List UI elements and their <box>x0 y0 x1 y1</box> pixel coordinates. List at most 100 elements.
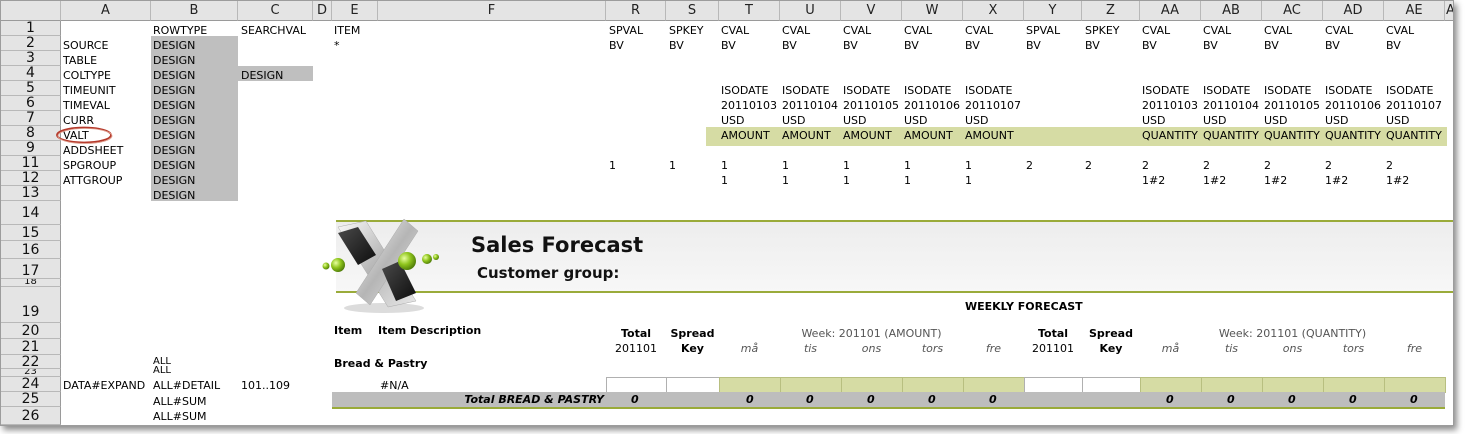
cell-y2[interactable]: BV <box>1026 38 1041 53</box>
cell-ae1[interactable]: CVAL <box>1386 23 1414 38</box>
cell-w12[interactable]: 1 <box>904 173 911 188</box>
cell-e2[interactable]: * <box>334 38 340 53</box>
cell-ad8[interactable]: QUANTITY <box>1325 128 1381 143</box>
cell-ae8[interactable]: QUANTITY <box>1386 128 1442 143</box>
cell-w1[interactable]: CVAL <box>904 23 932 38</box>
cell-y11[interactable]: 2 <box>1026 158 1033 173</box>
cell-u11[interactable]: 1 <box>782 158 789 173</box>
row-header-8[interactable]: 8 <box>1 126 61 141</box>
cell-ac12[interactable]: 1#2 <box>1264 173 1287 188</box>
cell-ac6[interactable]: 20110105 <box>1264 98 1320 113</box>
cell-u8[interactable]: AMOUNT <box>782 128 831 143</box>
cell-c24[interactable]: 101..109 <box>241 378 290 393</box>
input-amount-wed[interactable] <box>841 377 903 393</box>
cell-ab2[interactable]: BV <box>1203 38 1218 53</box>
cell-aa5[interactable]: ISODATE <box>1142 83 1190 98</box>
col-header-r[interactable]: R <box>606 1 666 21</box>
row-header-4[interactable]: 4 <box>1 66 61 81</box>
cell-b23[interactable]: ALL <box>153 366 171 376</box>
cell-aa11[interactable]: 2 <box>1142 158 1149 173</box>
cell-r1[interactable]: SPVAL <box>609 23 643 38</box>
row-header-24[interactable]: 24 <box>1 377 61 392</box>
col-header-ad[interactable]: AD <box>1323 1 1384 21</box>
cell-w6[interactable]: 20110106 <box>904 98 960 113</box>
cell-ac5[interactable]: ISODATE <box>1264 83 1312 98</box>
cell-e1[interactable]: ITEM <box>334 23 360 38</box>
cell-ab7[interactable]: USD <box>1203 113 1227 128</box>
cell-s2[interactable]: BV <box>669 38 684 53</box>
input-total-quantity[interactable] <box>1024 377 1083 393</box>
cell-x8[interactable]: AMOUNT <box>965 128 1014 143</box>
row-header-15[interactable]: 15 <box>1 225 61 241</box>
cell-aa6[interactable]: 20110103 <box>1142 98 1198 113</box>
cell-b2[interactable]: DESIGN <box>153 38 195 53</box>
cell-u1[interactable]: CVAL <box>782 23 810 38</box>
cell-b3[interactable]: DESIGN <box>153 53 195 68</box>
cell-ac1[interactable]: CVAL <box>1264 23 1292 38</box>
cell-ad5[interactable]: ISODATE <box>1325 83 1373 98</box>
cell-b6[interactable]: DESIGN <box>153 98 195 113</box>
cell-ae11[interactable]: 2 <box>1386 158 1393 173</box>
cell-aa8[interactable]: QUANTITY <box>1142 128 1198 143</box>
cell-t12[interactable]: 1 <box>721 173 728 188</box>
row-header-2[interactable]: 2 <box>1 36 61 51</box>
col-header-u[interactable]: U <box>780 1 841 21</box>
cell-a3[interactable]: TABLE <box>63 53 97 68</box>
cell-ab8[interactable]: QUANTITY <box>1203 128 1259 143</box>
select-all-corner[interactable] <box>1 1 61 21</box>
cell-s1[interactable]: SPKEY <box>669 23 704 38</box>
cell-x5[interactable]: ISODATE <box>965 83 1013 98</box>
col-header-c[interactable]: C <box>238 1 313 21</box>
cell-ab11[interactable]: 2 <box>1203 158 1210 173</box>
input-amount-tue[interactable] <box>780 377 842 393</box>
col-header-ab[interactable]: AB <box>1201 1 1262 21</box>
cell-v8[interactable]: AMOUNT <box>843 128 892 143</box>
cell-ab5[interactable]: ISODATE <box>1203 83 1251 98</box>
col-header-next[interactable]: A <box>1445 1 1453 21</box>
col-header-v[interactable]: V <box>841 1 902 21</box>
cell-r2[interactable]: BV <box>609 38 624 53</box>
cell-aa7[interactable]: USD <box>1142 113 1166 128</box>
cell-a12[interactable]: ATTGROUP <box>63 173 122 188</box>
col-header-ac[interactable]: AC <box>1262 1 1323 21</box>
col-header-z[interactable]: Z <box>1082 1 1140 21</box>
cell-t8[interactable]: AMOUNT <box>721 128 770 143</box>
cell-c1[interactable]: SEARCHVAL <box>241 23 306 38</box>
cell-b4[interactable]: DESIGN <box>153 68 195 83</box>
cell-u12[interactable]: 1 <box>782 173 789 188</box>
cell-b24[interactable]: ALL#DETAIL <box>153 378 220 393</box>
input-amount-fri[interactable] <box>963 377 1025 393</box>
cell-b9[interactable]: DESIGN <box>153 143 195 158</box>
col-header-e[interactable]: E <box>332 1 378 21</box>
cell-u7[interactable]: USD <box>782 113 806 128</box>
cell-u2[interactable]: BV <box>782 38 797 53</box>
cell-v11[interactable]: 1 <box>843 158 850 173</box>
row-header-22[interactable]: 22 <box>1 355 61 369</box>
cell-ac11[interactable]: 2 <box>1264 158 1271 173</box>
cell-z2[interactable]: BV <box>1085 38 1100 53</box>
cell-t7[interactable]: USD <box>721 113 745 128</box>
cell-t2[interactable]: BV <box>721 38 736 53</box>
cell-r11[interactable]: 1 <box>609 158 616 173</box>
row-header-17[interactable]: 17 <box>1 259 61 279</box>
cell-t5[interactable]: ISODATE <box>721 83 769 98</box>
cell-b8[interactable]: DESIGN <box>153 128 195 143</box>
cell-t11[interactable]: 1 <box>721 158 728 173</box>
row-header-20[interactable]: 20 <box>1 323 61 339</box>
col-header-w[interactable]: W <box>902 1 963 21</box>
cell-t1[interactable]: CVAL <box>721 23 749 38</box>
input-spread-key-quantity[interactable] <box>1082 377 1141 393</box>
cell-b26[interactable]: ALL#SUM <box>153 409 207 424</box>
cell-ad11[interactable]: 2 <box>1325 158 1332 173</box>
cell-ac8[interactable]: QUANTITY <box>1264 128 1320 143</box>
cell-aa1[interactable]: CVAL <box>1142 23 1170 38</box>
cell-x11[interactable]: 1 <box>965 158 972 173</box>
col-header-t[interactable]: T <box>719 1 780 21</box>
row-header-26[interactable]: 26 <box>1 407 61 425</box>
col-header-aa[interactable]: AA <box>1140 1 1201 21</box>
row-header-6[interactable]: 6 <box>1 96 61 111</box>
input-quantity-fri[interactable] <box>1384 377 1446 393</box>
cell-w8[interactable]: AMOUNT <box>904 128 953 143</box>
col-header-f[interactable]: F <box>378 1 606 21</box>
col-header-ae[interactable]: AE <box>1384 1 1445 21</box>
